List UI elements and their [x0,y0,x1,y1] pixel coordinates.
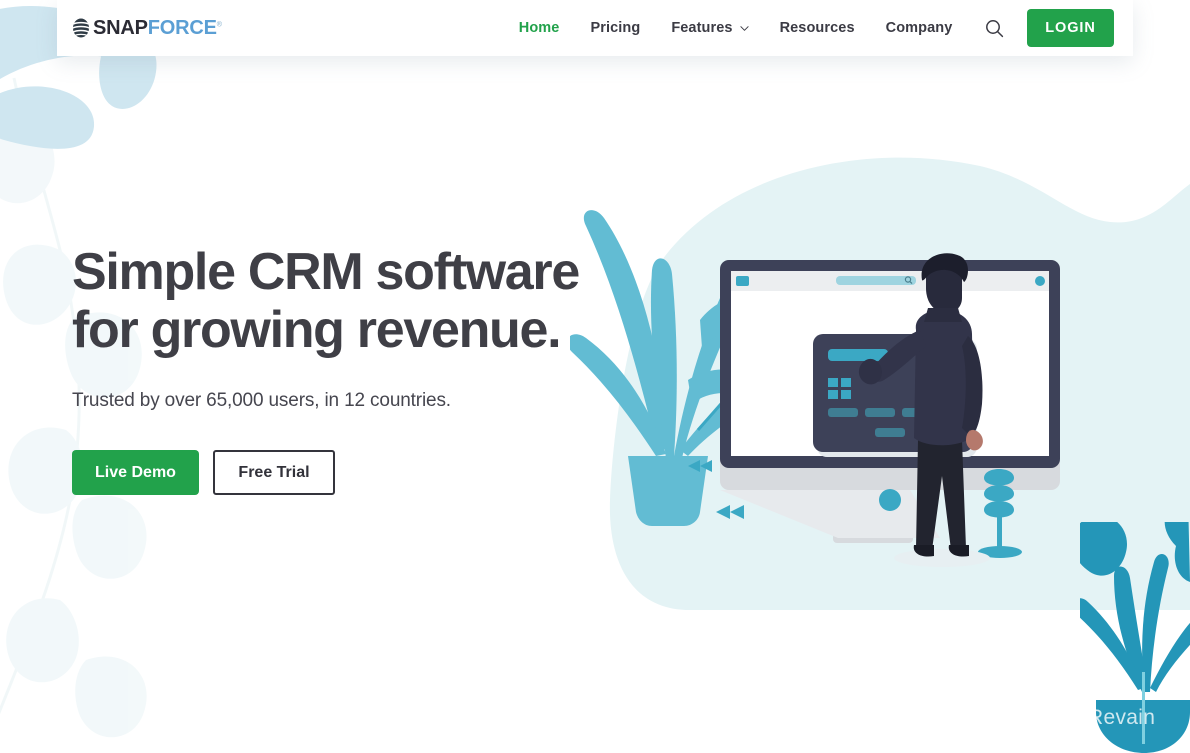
login-button[interactable]: LOGIN [1027,9,1114,47]
man-collar [924,308,962,322]
hero-cta-group: Live Demo Free Trial [72,450,592,495]
nav-item-resources[interactable]: Resources [780,20,855,36]
live-demo-button[interactable]: Live Demo [72,450,199,495]
nav-item-pricing[interactable]: Pricing [590,20,640,36]
site-header: SNAPFORCE® Home Pricing Features Resourc… [57,0,1133,56]
browser-tab-square [736,276,749,286]
nav-label: Company [885,20,953,36]
man-shadow [894,549,990,567]
brand-name-primary: SNAP [93,17,148,39]
card-row-bar [865,408,895,417]
search-glyph [985,19,1003,37]
hero-section: Simple CRM software for growing revenue.… [72,243,592,495]
page-title: Simple CRM software for growing revenue. [72,243,592,359]
brand-name-secondary: FORCE [147,17,217,39]
page-root: SNAPFORCE® Home Pricing Features Resourc… [0,0,1190,753]
main-navigation: Home Pricing Features Resources Company [519,20,953,36]
free-trial-button[interactable]: Free Trial [213,450,335,495]
search-icon[interactable] [983,17,1005,39]
nav-label: Pricing [590,20,641,36]
hero-title-line-1: Simple CRM software [72,243,580,301]
card-action-bar [875,428,905,437]
nav-label: Features [671,20,733,36]
revain-logo-icon [1053,705,1079,731]
card-title-bar [828,349,888,361]
revain-watermark: Revain [1053,705,1155,731]
nav-label: Home [518,20,560,36]
nav-label: Resources [779,20,855,36]
globe-stripes-icon [72,18,90,38]
header-actions: LOGIN [983,9,1114,47]
browser-profile-dot [1035,276,1045,286]
brand-logo[interactable]: SNAPFORCE® [72,0,222,56]
brand-trademark: ® [216,21,222,29]
watermark-label: Revain [1088,706,1156,729]
brand-name: SNAPFORCE® [93,18,222,38]
chevron-down-icon [739,25,749,31]
nav-item-company[interactable]: Company [886,20,953,36]
browser-search-field [836,276,916,285]
nav-item-home[interactable]: Home [519,20,560,36]
hero-subtitle: Trusted by over 65,000 users, in 12 coun… [72,390,451,411]
hero-title-line-2: for growing revenue. [72,301,562,359]
card-row-bar [828,408,858,417]
nav-item-features[interactable]: Features [671,20,749,36]
monitor-power-dot [879,489,901,511]
